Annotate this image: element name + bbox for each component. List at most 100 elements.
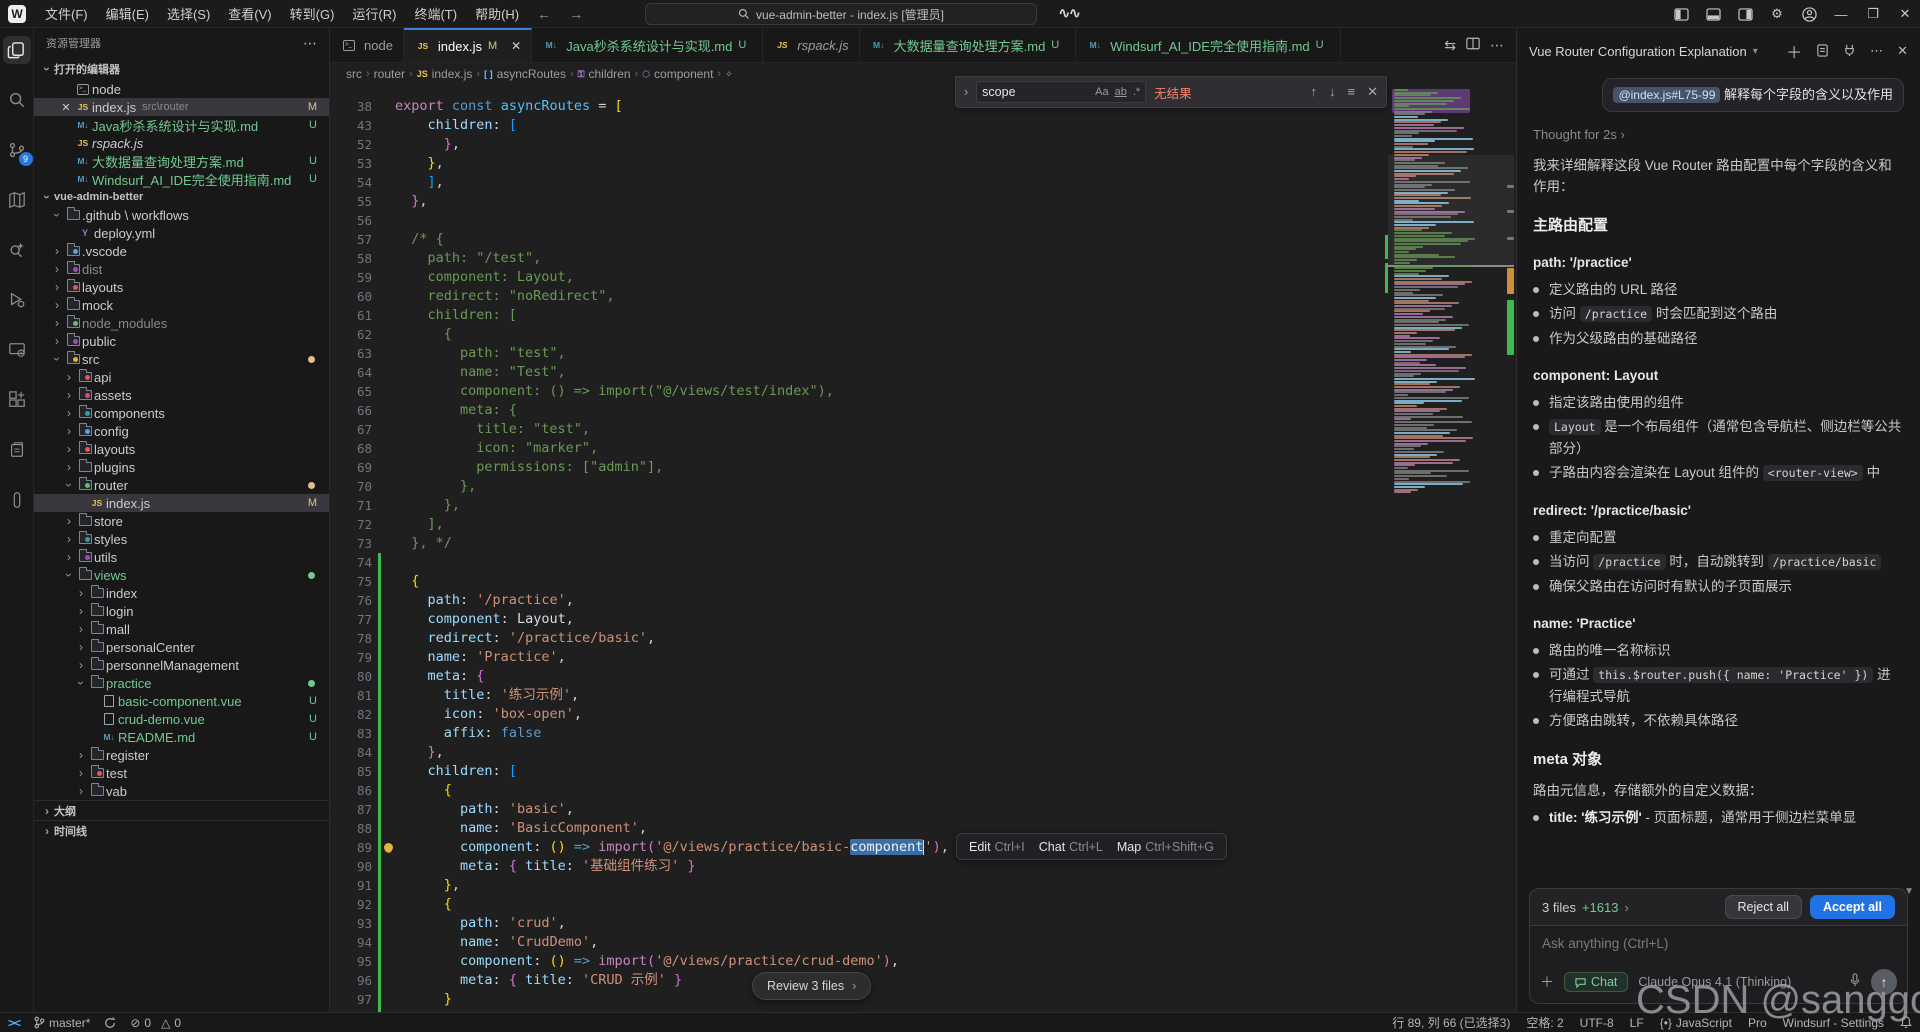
open-editor-item[interactable]: >_ node: [34, 80, 329, 98]
open-editor-item[interactable]: M↓ Java秒杀系统设计与实现.md U: [34, 116, 329, 134]
tree-item[interactable]: › views: [34, 566, 329, 584]
window-restore-icon[interactable]: ❐: [1858, 0, 1888, 28]
code-line[interactable]: 94 name: 'CrudDemo',: [330, 933, 1386, 952]
code-line[interactable]: 85 children: [: [330, 762, 1386, 781]
code-line[interactable]: 80 meta: {: [330, 667, 1386, 686]
find-in-selection-icon[interactable]: ≡: [1348, 84, 1356, 100]
tree-item[interactable]: › utils: [34, 548, 329, 566]
code-line[interactable]: 43 children: [: [330, 116, 1386, 135]
edit-action[interactable]: Edit Ctrl+I: [969, 840, 1025, 854]
plug-icon[interactable]: [1843, 43, 1856, 60]
tree-item[interactable]: › login: [34, 602, 329, 620]
tree-item[interactable]: › practice: [34, 674, 329, 692]
send-button[interactable]: ↑: [1871, 969, 1897, 995]
tree-item[interactable]: › router: [34, 476, 329, 494]
activity-map-icon[interactable]: [3, 186, 31, 214]
menu-item[interactable]: 选择(S): [158, 0, 219, 28]
code-line[interactable]: 54 ],: [330, 173, 1386, 192]
settings-gear-icon[interactable]: ⚙: [1762, 0, 1792, 28]
code-line[interactable]: 57 /* {: [330, 230, 1386, 249]
explorer-more-actions-icon[interactable]: ⋯: [303, 35, 317, 52]
editor-tab[interactable]: >_ node: [330, 28, 404, 62]
problems-item[interactable]: ⊘ 0 △ 0: [130, 1016, 181, 1030]
open-editors-header[interactable]: › 打开的编辑器: [34, 58, 329, 80]
tree-item[interactable]: › personnelManagement: [34, 656, 329, 674]
model-selector[interactable]: Claude Opus 4.1 (Thinking): [1638, 975, 1791, 989]
tree-item[interactable]: › index: [34, 584, 329, 602]
close-panel-icon[interactable]: ✕: [1897, 43, 1908, 59]
editor-tab[interactable]: M↓ 大数据量查询处理方案.md U: [859, 28, 1077, 62]
menu-item[interactable]: 帮助(H): [466, 0, 528, 28]
editor-tab[interactable]: JS index.js M ✕: [403, 28, 533, 62]
code-line[interactable]: 88 name: 'BasicComponent',: [330, 819, 1386, 838]
find-next-icon[interactable]: ↓: [1329, 84, 1336, 100]
cursor-position-item[interactable]: 行 89, 列 66 (已选择3): [1392, 1014, 1510, 1031]
code-line[interactable]: 82 icon: 'box-open',: [330, 705, 1386, 724]
code-line[interactable]: 53 },: [330, 154, 1386, 173]
tree-item[interactable]: › src: [34, 350, 329, 368]
code-line[interactable]: 67 title: "test",: [330, 420, 1386, 439]
regex-icon[interactable]: .*: [1133, 86, 1140, 98]
toggle-sidebar-right-icon[interactable]: [1730, 0, 1760, 28]
encoding-item[interactable]: UTF-8: [1580, 1016, 1614, 1030]
accept-all-button[interactable]: Accept all: [1809, 895, 1895, 919]
code-line[interactable]: 65 component: () => import("@/views/test…: [330, 382, 1386, 401]
more-actions-icon[interactable]: ⋯: [1870, 43, 1883, 59]
tree-item[interactable]: › assets: [34, 386, 329, 404]
code-line[interactable]: 70 },: [330, 477, 1386, 496]
find-close-icon[interactable]: ✕: [1367, 84, 1378, 100]
windsurf-settings-item[interactable]: Windsurf - Settings: [1783, 1016, 1884, 1030]
git-branch-item[interactable]: master*: [34, 1016, 90, 1030]
code-line[interactable]: 81 title: '练习示例',: [330, 686, 1386, 705]
open-editor-item[interactable]: M↓ Windsurf_AI_IDE完全使用指南.md U: [34, 170, 329, 188]
editor-tab[interactable]: M↓ Windsurf_AI_IDE完全使用指南.md U: [1076, 28, 1341, 62]
code-line[interactable]: 83 affix: false: [330, 724, 1386, 743]
code-line[interactable]: 63 path: "test",: [330, 344, 1386, 363]
tree-item[interactable]: JS index.js M: [34, 494, 329, 512]
code-line[interactable]: 95 component: () => import('@/views/prac…: [330, 952, 1386, 971]
code-line[interactable]: 77 component: Layout,: [330, 610, 1386, 629]
remote-indicator[interactable]: ><: [8, 1016, 21, 1030]
code-editor[interactable]: 38 export const asyncRoutes = [43 childre…: [330, 85, 1516, 1012]
editor-tab[interactable]: JS rspack.js: [763, 28, 860, 62]
notifications-bell-icon[interactable]: [1900, 1016, 1912, 1029]
code-line[interactable]: 64 name: "Test",: [330, 363, 1386, 382]
code-line[interactable]: 59 component: Layout,: [330, 268, 1386, 287]
code-line[interactable]: 74: [330, 553, 1386, 572]
mic-icon[interactable]: [1849, 973, 1861, 991]
chat-mode-selector[interactable]: Chat: [1564, 972, 1629, 992]
window-minimize-icon[interactable]: —: [1826, 0, 1856, 28]
code-line[interactable]: 69 permissions: ["admin"],: [330, 458, 1386, 477]
code-line[interactable]: 56: [330, 211, 1386, 230]
sync-changes-item[interactable]: [104, 1016, 116, 1029]
add-context-icon[interactable]: ＋: [1540, 972, 1554, 992]
tree-item[interactable]: Ydeploy.yml: [34, 224, 329, 242]
tab-close-icon[interactable]: ✕: [511, 39, 521, 53]
tree-item[interactable]: › personalCenter: [34, 638, 329, 656]
code-line[interactable]: 89 component: () => import('@/views/prac…: [330, 838, 1386, 857]
new-conversation-icon[interactable]: ＋: [1786, 39, 1802, 63]
code-line[interactable]: 86 {: [330, 781, 1386, 800]
nav-forward-icon[interactable]: →: [569, 6, 583, 22]
activity-explorer-icon[interactable]: [2, 36, 31, 64]
code-line[interactable]: 60 redirect: "noRedirect",: [330, 287, 1386, 306]
scroll-down-icon[interactable]: ▼: [1904, 886, 1914, 897]
account-icon[interactable]: [1794, 0, 1824, 28]
indentation-item[interactable]: 空格: 2: [1526, 1014, 1563, 1031]
activity-extensions-icon[interactable]: [3, 386, 31, 414]
open-changes-icon[interactable]: ⇆: [1444, 37, 1456, 54]
editor-tab[interactable]: M↓ Java秒杀系统设计与实现.md U: [532, 28, 764, 62]
code-line[interactable]: 52 },: [330, 135, 1386, 154]
tree-item[interactable]: › test: [34, 764, 329, 782]
outline-section[interactable]: › 大纲: [34, 800, 329, 820]
open-editor-item[interactable]: JS rspack.js: [34, 134, 329, 152]
tree-item[interactable]: › register: [34, 746, 329, 764]
activity-search-icon[interactable]: [3, 86, 31, 114]
tree-item[interactable]: › vab: [34, 782, 329, 800]
breadcrumb-item[interactable]: asyncRoutes: [497, 67, 566, 81]
find-prev-icon[interactable]: ↑: [1311, 84, 1318, 100]
tree-item[interactable]: › styles: [34, 530, 329, 548]
conversation-scroll[interactable]: @index.js#L75-99 解释每个字段的含义以及作用 Thought f…: [1517, 74, 1920, 926]
activity-run-debug-icon[interactable]: [3, 286, 31, 314]
menu-item[interactable]: 查看(V): [219, 0, 280, 28]
